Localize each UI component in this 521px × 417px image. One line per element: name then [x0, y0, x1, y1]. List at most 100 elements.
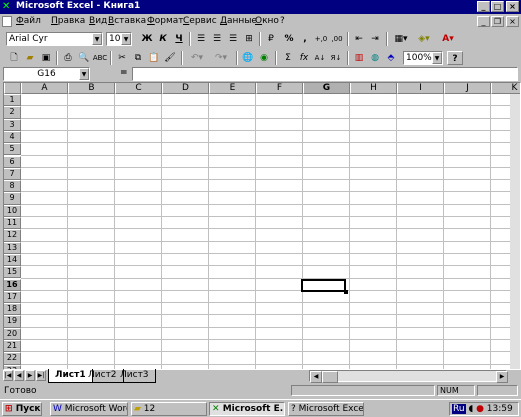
vertical-scrollbar[interactable]	[510, 94, 520, 369]
row-header[interactable]: 7	[4, 167, 21, 181]
worksheet-grid[interactable]: ABCDEFGHIJK 1 2 3 4 5 6 7 8 9 10 11 12 13 14 15 16 17 18 1…	[3, 82, 521, 370]
font-name-combo[interactable]: Arial Cyr ▼	[6, 32, 103, 46]
column-header[interactable]: A	[21, 83, 68, 94]
align-center-icon[interactable]: ☰	[209, 32, 225, 46]
taskbar-folder[interactable]: ▰ 12	[131, 402, 207, 416]
print-preview-icon[interactable]: 🔍	[76, 51, 92, 65]
borders-icon[interactable]: ▦▾	[390, 32, 412, 46]
row-header[interactable]: 8	[4, 180, 21, 193]
increase-indent-icon[interactable]: ⇥	[367, 32, 383, 46]
doc-restore-button[interactable]: ❐	[491, 16, 504, 27]
redo-icon[interactable]: ↷▾	[210, 51, 232, 65]
autosum-button[interactable]: Σ	[280, 51, 296, 65]
row-header[interactable]: 14	[4, 253, 21, 267]
row-header[interactable]: 1	[4, 94, 21, 107]
taskbar-excel-active[interactable]: ✕ Microsoft E...	[209, 402, 285, 416]
menu-edit[interactable]: Правка	[51, 16, 85, 26]
bold-button[interactable]: Ж	[139, 32, 155, 46]
row-header[interactable]: 10	[4, 204, 21, 217]
percent-button[interactable]: %	[281, 32, 297, 46]
copy-icon[interactable]: ⧉	[130, 51, 146, 65]
italic-button[interactable]: К	[155, 32, 171, 46]
menu-view[interactable]: Вид	[89, 16, 107, 26]
selected-cell[interactable]	[301, 279, 346, 292]
chevron-down-icon[interactable]: ▼	[92, 33, 102, 45]
column-header[interactable]: G	[303, 83, 350, 94]
volume-icon[interactable]: ◖	[468, 404, 473, 414]
new-document-icon[interactable]: 🗋	[6, 51, 22, 65]
name-box[interactable]: G16 ▼	[3, 67, 90, 81]
row-header[interactable]: 9	[4, 192, 21, 205]
sheet-tab[interactable]: Лист3	[114, 369, 156, 383]
language-indicator[interactable]: Ru	[452, 404, 466, 414]
column-header[interactable]: C	[115, 83, 162, 94]
map-icon[interactable]: ◍	[367, 51, 383, 65]
row-header[interactable]: 2	[4, 106, 21, 119]
tray-app-icon[interactable]: ●	[476, 404, 484, 414]
prev-sheet-button[interactable]: ◀	[14, 370, 24, 381]
drawing-icon[interactable]: ⬘	[383, 51, 399, 65]
row-header[interactable]: 19	[4, 315, 21, 328]
fill-color-icon[interactable]: ◈▾	[413, 32, 435, 46]
column-header[interactable]: H	[350, 83, 397, 94]
chevron-down-icon[interactable]: ▼	[432, 52, 442, 64]
column-header[interactable]: D	[162, 83, 209, 94]
help-button[interactable]: ?	[447, 51, 463, 65]
menu-file[interactable]: Файл	[16, 16, 41, 26]
decrease-decimal-button[interactable]: ,00	[329, 32, 345, 46]
save-icon[interactable]: ▣	[38, 51, 54, 65]
menu-format[interactable]: Формат	[147, 16, 184, 26]
row-header[interactable]: 12	[4, 229, 21, 242]
open-folder-icon[interactable]: ▰	[22, 51, 38, 65]
row-header[interactable]: 15	[4, 266, 21, 279]
menu-insert[interactable]: Вставка	[108, 16, 146, 26]
align-left-icon[interactable]: ☰	[193, 32, 209, 46]
sort-descending-icon[interactable]: Я↓	[328, 51, 344, 65]
currency-button[interactable]: ₽	[263, 32, 279, 46]
doc-minimize-button[interactable]: _	[477, 16, 490, 27]
minimize-button[interactable]: _	[477, 1, 490, 12]
scroll-thumb[interactable]	[322, 371, 338, 383]
hyperlink-icon[interactable]: 🌐	[240, 51, 256, 65]
underline-button[interactable]: Ч	[171, 32, 187, 46]
close-button[interactable]: ×	[506, 1, 519, 12]
chevron-down-icon[interactable]: ▼	[121, 33, 131, 45]
column-header[interactable]: I	[397, 83, 444, 94]
menu-window[interactable]: Окно	[255, 16, 279, 26]
row-header[interactable]: 20	[4, 327, 21, 340]
spelling-icon[interactable]: ABC	[92, 51, 108, 65]
excel-app-icon[interactable]: ✕	[2, 1, 14, 12]
sort-ascending-icon[interactable]: A↓	[312, 51, 328, 65]
chevron-down-icon[interactable]: ▼	[79, 68, 89, 80]
select-all-corner[interactable]	[4, 83, 21, 94]
first-sheet-button[interactable]: |◀	[3, 370, 13, 381]
row-header[interactable]: 13	[4, 241, 21, 254]
start-button[interactable]: ⊞ Пуск	[2, 402, 42, 416]
function-button[interactable]: fx	[296, 51, 312, 65]
chart-wizard-icon[interactable]: ▥	[351, 51, 367, 65]
next-sheet-button[interactable]: ▶	[25, 370, 35, 381]
row-header[interactable]: 16	[4, 278, 21, 291]
doc-close-button[interactable]: ×	[506, 16, 519, 27]
scroll-right-button[interactable]: ▶	[496, 371, 508, 383]
cut-icon[interactable]: ✂	[114, 51, 130, 65]
scroll-left-button[interactable]: ◀	[310, 371, 322, 383]
comma-button[interactable]: ,	[297, 32, 313, 46]
maximize-button[interactable]: □	[491, 1, 504, 12]
taskbar-excel[interactable]: ? Microsoft Excel	[288, 402, 364, 416]
font-size-combo[interactable]: 10 ▼	[106, 32, 132, 46]
row-header[interactable]: 21	[4, 340, 21, 353]
row-header[interactable]: 6	[4, 155, 21, 168]
row-header[interactable]: 17	[4, 290, 21, 304]
row-header[interactable]: 3	[4, 118, 21, 131]
merge-center-icon[interactable]: ⊞	[241, 32, 257, 46]
row-header[interactable]: 5	[4, 143, 21, 156]
fill-handle[interactable]	[344, 290, 348, 294]
row-header[interactable]: 22	[4, 352, 21, 365]
column-header[interactable]: J	[444, 83, 491, 94]
row-header[interactable]: 11	[4, 217, 21, 230]
horizontal-scrollbar[interactable]: ◀ ▶	[309, 370, 508, 383]
column-header[interactable]: K	[491, 83, 520, 94]
column-header[interactable]: F	[256, 83, 303, 94]
increase-decimal-button[interactable]: +,0	[313, 32, 329, 46]
